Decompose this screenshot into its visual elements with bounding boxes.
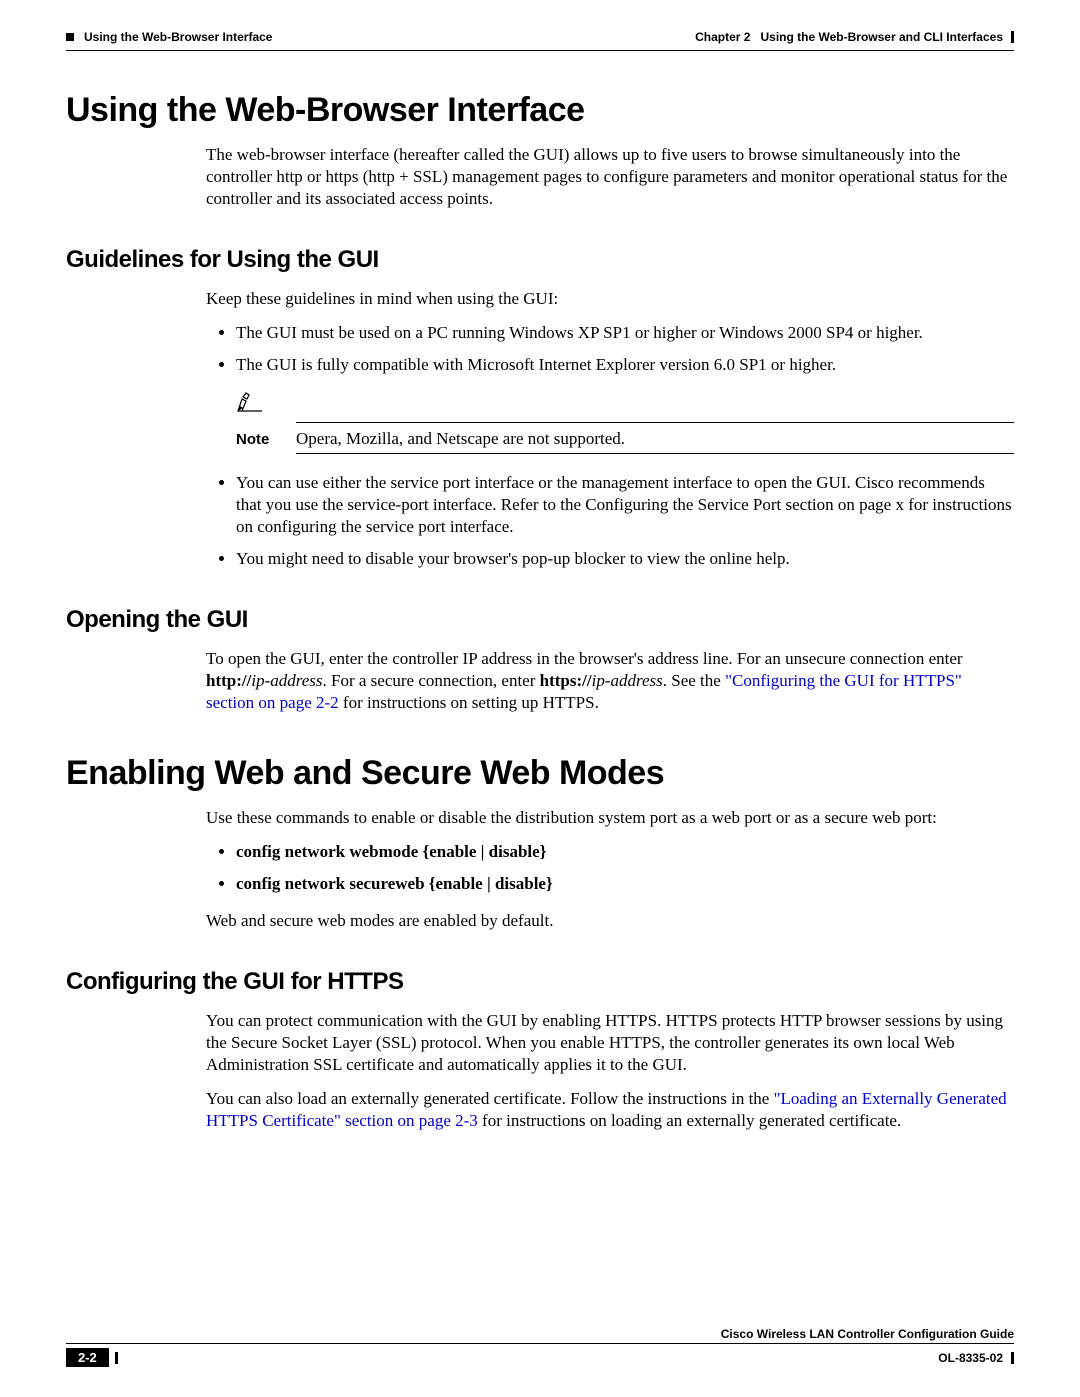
- heading-using-web-browser: Using the Web-Browser Interface: [66, 91, 1014, 130]
- footer-bar-icon: [1011, 1352, 1014, 1364]
- header-square-icon: [66, 33, 74, 41]
- heading-opening-gui: Opening the GUI: [66, 606, 1014, 634]
- heading-guidelines: Guidelines for Using the GUI: [66, 246, 1014, 274]
- page-number: 2-2: [66, 1348, 109, 1367]
- heading-configuring-https: Configuring the GUI for HTTPS: [66, 968, 1014, 996]
- enabling-intro: Use these commands to enable or disable …: [206, 807, 1014, 829]
- footer-guide-title: Cisco Wireless LAN Controller Configurat…: [66, 1327, 1014, 1341]
- heading-enabling-web-modes: Enabling Web and Secure Web Modes: [66, 754, 1014, 793]
- note-pencil-icon: [236, 398, 264, 417]
- guideline-item: You might need to disable your browser's…: [236, 548, 1014, 570]
- note-block: Note Opera, Mozilla, and Netscape are no…: [236, 391, 1014, 454]
- header-chapter-title: Using the Web-Browser and CLI Interfaces: [761, 30, 1004, 44]
- https-paragraph-2: You can also load an externally generate…: [206, 1088, 1014, 1132]
- header-bar-icon: [1011, 31, 1014, 43]
- enabling-end: Web and secure web modes are enabled by …: [206, 910, 1014, 932]
- intro-paragraph: The web-browser interface (hereafter cal…: [206, 144, 1014, 210]
- guideline-item: The GUI is fully compatible with Microso…: [236, 354, 1014, 376]
- guideline-item: You can use either the service port inte…: [236, 472, 1014, 538]
- https-paragraph-1: You can protect communication with the G…: [206, 1010, 1014, 1076]
- guideline-item: The GUI must be used on a PC running Win…: [236, 322, 1014, 344]
- note-text: Opera, Mozilla, and Netscape are not sup…: [296, 429, 1014, 449]
- command-item: config network webmode {enable | disable…: [236, 841, 1014, 863]
- footer-doc-id: OL-8335-02: [938, 1351, 1003, 1365]
- opening-paragraph: To open the GUI, enter the controller IP…: [206, 648, 1014, 714]
- page-header: Using the Web-Browser Interface Chapter …: [66, 30, 1014, 44]
- header-rule: [66, 50, 1014, 51]
- command-item: config network secureweb {enable | disab…: [236, 873, 1014, 895]
- header-section-title: Using the Web-Browser Interface: [84, 30, 272, 44]
- guidelines-intro: Keep these guidelines in mind when using…: [206, 288, 1014, 310]
- footer-bar-icon: [115, 1352, 118, 1364]
- note-label: Note: [236, 431, 296, 448]
- page-footer: Cisco Wireless LAN Controller Configurat…: [66, 1327, 1014, 1367]
- header-chapter-label: Chapter 2: [695, 30, 750, 44]
